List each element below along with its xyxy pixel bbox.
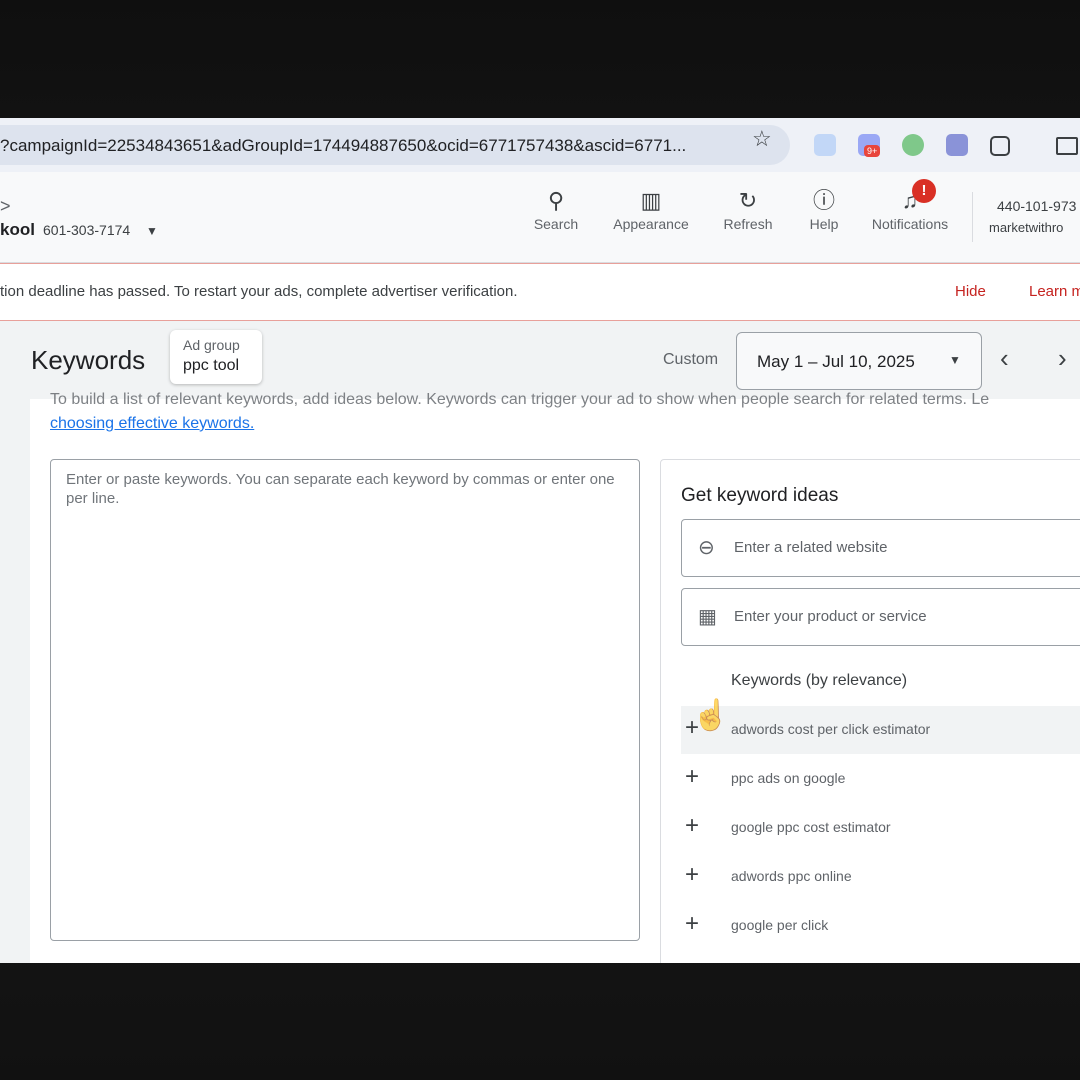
verification-alert: tion deadline has passed. To restart you… [0, 263, 1080, 321]
bell-icon: ♫ [901, 188, 919, 213]
hand-cursor-icon: ☝ [692, 699, 730, 732]
header-help-button[interactable]: ⓘ Help [802, 186, 846, 232]
effective-keywords-link[interactable]: choosing effective keywords. [50, 415, 254, 433]
header-help-label: Help [809, 216, 839, 232]
link-icon: ⊖ [698, 537, 715, 559]
page-header: Keywords Ad group ppc tool Custom May 1 … [0, 321, 1080, 399]
keywords-textarea[interactable]: Enter or paste keywords. You can separat… [50, 459, 640, 941]
add-keyword-icon[interactable]: + [685, 863, 699, 887]
refresh-icon: ↻ [738, 188, 758, 213]
header-search-label: Search [533, 216, 579, 232]
header-appearance-label: Appearance [613, 216, 689, 232]
header-divider [972, 192, 973, 242]
related-website-input[interactable]: ⊖ Enter a related website [681, 519, 1080, 577]
date-range-value: May 1 – Jul 10, 2025 [757, 352, 915, 371]
alert-hide-button[interactable]: Hide [955, 283, 986, 300]
add-keyword-icon[interactable]: + [685, 814, 699, 838]
header-search-button[interactable]: ⚲ Search [528, 186, 584, 232]
keywords-placeholder: Enter or paste keywords. You can separat… [66, 471, 615, 507]
app-window: ?campaignId=22534843651&adGroupId=174494… [0, 118, 1080, 963]
keyword-idea-row[interactable]: + adwords ppc online [681, 853, 1080, 901]
keyword-idea-text: ppc ads on google [731, 770, 846, 786]
browser-toolbar: ?campaignId=22534843651&adGroupId=174494… [0, 118, 1080, 172]
related-website-placeholder: Enter a related website [734, 539, 888, 556]
building-icon: ▦ [698, 606, 717, 628]
extension-cursor-icon[interactable] [902, 134, 924, 156]
extension-stack-icon[interactable] [946, 134, 968, 156]
notification-badge: ! [912, 179, 936, 203]
bookmark-star-icon[interactable]: ☆ [752, 126, 772, 152]
keywords-panel: To build a list of relevant keywords, ad… [30, 391, 1080, 963]
keyword-idea-text: adwords cost per click estimator [731, 721, 931, 737]
keyword-ideas-title: Get keyword ideas [681, 485, 839, 506]
date-range-type: Custom [663, 351, 719, 368]
keyword-idea-row[interactable]: + adwords cost per click estimator [681, 706, 1080, 754]
extension-tag-icon[interactable] [814, 134, 836, 156]
keyword-idea-text: google ppc cost estimator [731, 819, 891, 835]
customer-account-name[interactable]: marketwithro [989, 220, 1063, 235]
customer-account-id[interactable]: 440-101-973 [997, 198, 1076, 214]
address-bar-url: ?campaignId=22534843651&adGroupId=174494… [0, 136, 687, 155]
keyword-idea-row[interactable]: + ppc ads on google [681, 755, 1080, 803]
tab-search-icon[interactable] [1056, 137, 1078, 155]
appearance-icon: ▥ [640, 188, 662, 213]
address-bar[interactable]: ?campaignId=22534843651&adGroupId=174494… [0, 125, 790, 165]
keyword-idea-row[interactable]: + google ppc cost estimator [681, 804, 1080, 852]
search-icon: ⚲ [547, 188, 565, 213]
keywords-by-relevance-heading: Keywords (by relevance) [731, 672, 908, 689]
header-refresh-label: Refresh [723, 216, 773, 232]
extension-count-badge: 9+ [864, 145, 881, 157]
header-appearance-button[interactable]: ▥ Appearance [606, 186, 696, 232]
keyword-idea-text: google per click [731, 917, 829, 933]
header-notifications-button[interactable]: ♫ Notifications [862, 186, 958, 232]
date-range-dropdown-icon: ▼ [949, 353, 961, 367]
account-name[interactable]: kool [0, 220, 35, 240]
add-keyword-icon[interactable]: + [685, 912, 699, 936]
breadcrumb-chevron-icon[interactable]: > [0, 196, 11, 217]
keyword-idea-row[interactable]: + google per click [681, 902, 1080, 950]
help-icon: ⓘ [812, 188, 835, 213]
product-service-input[interactable]: ▦ Enter your product or service [681, 588, 1080, 646]
ad-group-value: ppc tool [183, 357, 240, 374]
keyword-idea-text: adwords ppc online [731, 868, 852, 884]
extensions-puzzle-icon[interactable] [990, 136, 1010, 156]
header-refresh-button[interactable]: ↻ Refresh [718, 186, 778, 232]
header-notifications-label: Notifications [871, 216, 949, 232]
ad-group-label: Ad group [183, 337, 240, 353]
product-service-placeholder: Enter your product or service [734, 608, 927, 625]
page-title: Keywords [31, 345, 146, 375]
alert-learn-more-link[interactable]: Learn m [1029, 283, 1080, 300]
intro-text: To build a list of relevant keywords, ad… [50, 391, 990, 408]
previous-period-icon[interactable]: ‹ [1000, 343, 1009, 374]
add-keyword-icon[interactable]: + [685, 765, 699, 789]
alert-message: tion deadline has passed. To restart you… [0, 283, 518, 300]
date-range-picker[interactable]: May 1 – Jul 10, 2025 ▼ [736, 332, 982, 390]
account-id[interactable]: 601-303-7174 [43, 222, 130, 238]
account-dropdown-icon[interactable]: ▼ [146, 224, 158, 238]
next-period-icon[interactable]: › [1058, 343, 1067, 374]
ad-group-selector[interactable]: Ad group ppc tool [170, 330, 262, 384]
